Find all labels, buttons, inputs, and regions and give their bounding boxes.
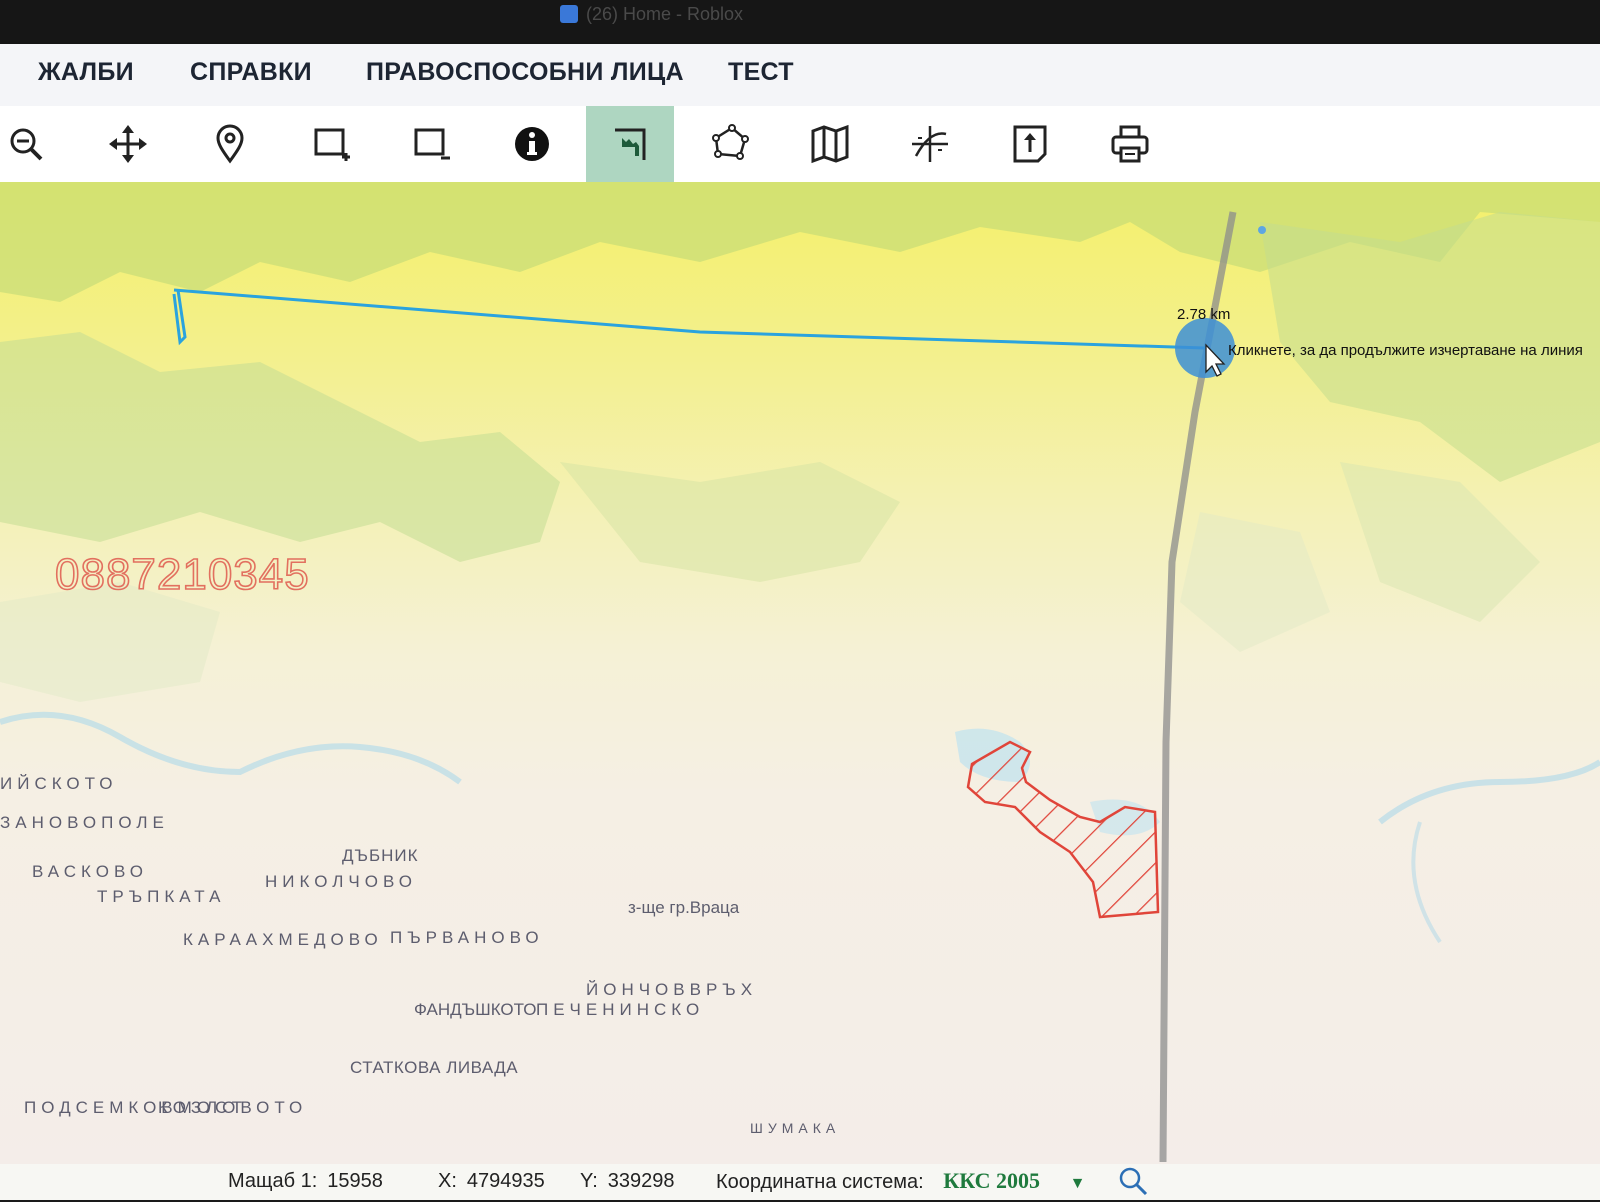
base-map-button[interactable]	[786, 106, 874, 182]
y-coordinate-readout: Y: 339298	[580, 1170, 675, 1193]
select-add-icon	[314, 128, 350, 161]
place-label: ЗАНОВОПОЛЕ	[0, 813, 169, 832]
export-icon	[1013, 125, 1047, 163]
place-label: НИКОЛЧОВО	[265, 872, 417, 891]
browser-tab-strip: (26) Home - Roblox	[0, 0, 1600, 44]
info-button[interactable]	[488, 106, 576, 182]
menu-item-references[interactable]: СПРАВКИ	[190, 58, 312, 87]
pan-icon	[109, 125, 147, 163]
place-label: КАРААХМЕДОВО	[183, 930, 383, 949]
scale-value: 15958	[327, 1170, 383, 1192]
print-button[interactable]	[1086, 106, 1174, 182]
menu-item-licensed-persons[interactable]: ПРАВОСПОСОБНИ ЛИЦА	[366, 58, 684, 87]
search-icon	[1119, 1167, 1148, 1196]
measure-distance-label: 2.78 km	[1177, 306, 1231, 323]
y-label: Y:	[580, 1170, 598, 1192]
measure-distance-icon	[615, 128, 646, 160]
roblox-icon	[560, 5, 578, 23]
y-value: 339298	[607, 1170, 675, 1192]
measure-area-icon	[712, 124, 749, 160]
zoom-out-icon	[10, 128, 43, 161]
x-value: 4794935	[466, 1170, 545, 1192]
browser-tab-roblox[interactable]: (26) Home - Roblox	[560, 4, 743, 25]
place-label: ДЪБНИК	[342, 846, 419, 865]
place-label: КОЗЛОВОТО	[158, 1098, 308, 1117]
map-status-bar: Мащаб 1: 15958 X: 4794935 Y: 339298 Координ…	[0, 1164, 1600, 1200]
place-label: ПЪРВАНОВО	[390, 928, 544, 947]
x-coordinate-readout: X: 4794935	[438, 1170, 545, 1193]
place-label: ТРЪПКАТА	[97, 887, 226, 906]
print-icon	[1111, 125, 1149, 163]
browser-tab-label: (26) Home - Roblox	[586, 4, 744, 24]
main-menu: ЖАЛБИ СПРАВКИ ПРАВОСПОСОБНИ ЛИЦА ТЕСТ	[0, 44, 1600, 106]
x-label: X:	[438, 1170, 457, 1192]
crs-label: Координатна система:	[716, 1171, 924, 1193]
place-label: ШУМАКА	[750, 1120, 841, 1136]
measure-area-button[interactable]	[686, 106, 774, 182]
layers-map-icon	[811, 124, 849, 164]
place-label: ФАНДЪШКОТО	[414, 1000, 537, 1019]
measure-hint-tooltip: Кликнете, за да продължите изчертаване н…	[1228, 342, 1583, 359]
menu-item-complaints[interactable]: ЖАЛБИ	[38, 58, 134, 87]
place-label: ВАСКОВО	[32, 862, 148, 881]
zoom-out-button[interactable]	[0, 106, 70, 182]
place-label: СТАТКОВА ЛИВАДА	[350, 1058, 519, 1077]
place-label: з-ще гр.Враца	[628, 898, 740, 917]
place-label: ЙОНЧОВВРЪХ	[586, 980, 758, 999]
info-icon	[515, 127, 549, 161]
menu-item-test[interactable]: ТЕСТ	[728, 58, 794, 87]
measure-distance-button[interactable]	[586, 106, 674, 182]
select-remove-button[interactable]	[388, 106, 476, 182]
map-base-layer	[0, 182, 1600, 1163]
location-button[interactable]	[186, 106, 274, 182]
location-pin-icon	[216, 124, 244, 164]
coordinates-button[interactable]	[886, 106, 974, 182]
scale-label: Мащаб 1:	[228, 1170, 318, 1192]
scale-readout: Мащаб 1: 15958	[228, 1170, 383, 1193]
export-button[interactable]	[986, 106, 1074, 182]
select-remove-icon	[414, 128, 450, 160]
place-label: ПЕЧЕНИНСКО	[536, 1000, 705, 1019]
crs-value[interactable]: ККС 2005	[943, 1168, 1040, 1193]
select-add-button[interactable]	[288, 106, 376, 182]
map-canvas[interactable]: 0887210345 2.78 km Кликнете, за да продъ…	[0, 182, 1600, 1170]
crs-selector[interactable]: Координатна система: ККС 2005 ▼	[716, 1168, 1085, 1194]
map-toolbar	[0, 106, 1600, 183]
pan-button[interactable]	[84, 106, 172, 182]
coordinate-search-button[interactable]	[1118, 1166, 1148, 1202]
phone-watermark: 0887210345	[54, 549, 310, 600]
chevron-down-icon[interactable]: ▼	[1070, 1175, 1086, 1192]
coordinates-icon	[912, 126, 948, 162]
place-label: ИЙСКОТО	[0, 774, 118, 793]
